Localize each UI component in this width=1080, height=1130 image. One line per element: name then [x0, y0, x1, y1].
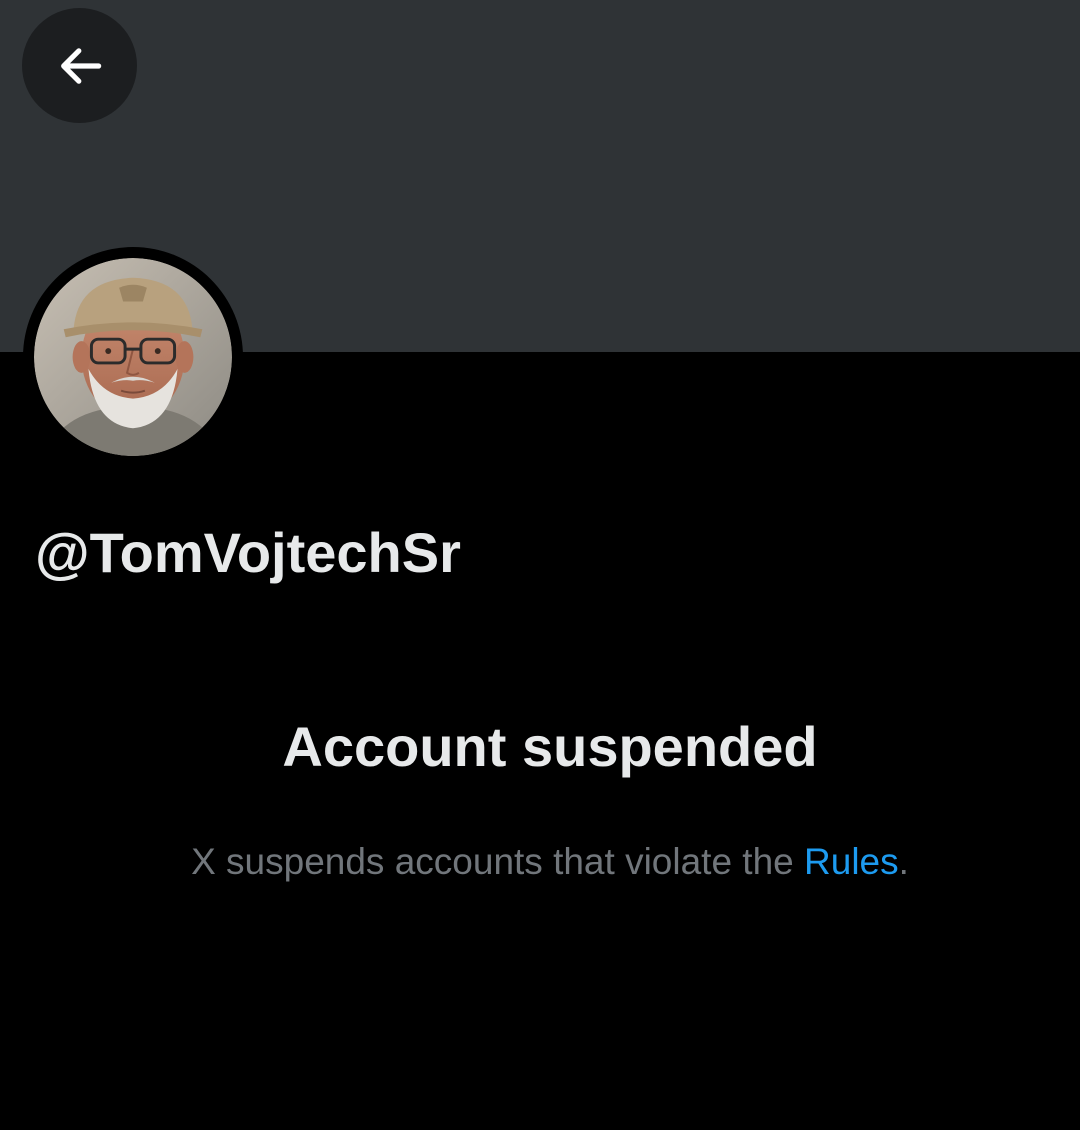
avatar	[34, 258, 232, 456]
suspension-message: X suspends accounts that violate the Rul…	[0, 836, 1080, 888]
profile-handle: @TomVojtechSr	[35, 521, 461, 584]
suspension-message-period: .	[898, 841, 909, 882]
profile-page: @TomVojtechSr Account suspended X suspen…	[0, 0, 1080, 1130]
arrow-left-icon	[60, 47, 101, 84]
suspension-title: Account suspended	[282, 715, 818, 778]
avatar-container[interactable]	[23, 247, 243, 467]
suspension-message-text: X suspends accounts that violate the	[191, 841, 805, 882]
back-button[interactable]	[22, 8, 137, 123]
rules-link[interactable]: Rules	[804, 841, 899, 882]
